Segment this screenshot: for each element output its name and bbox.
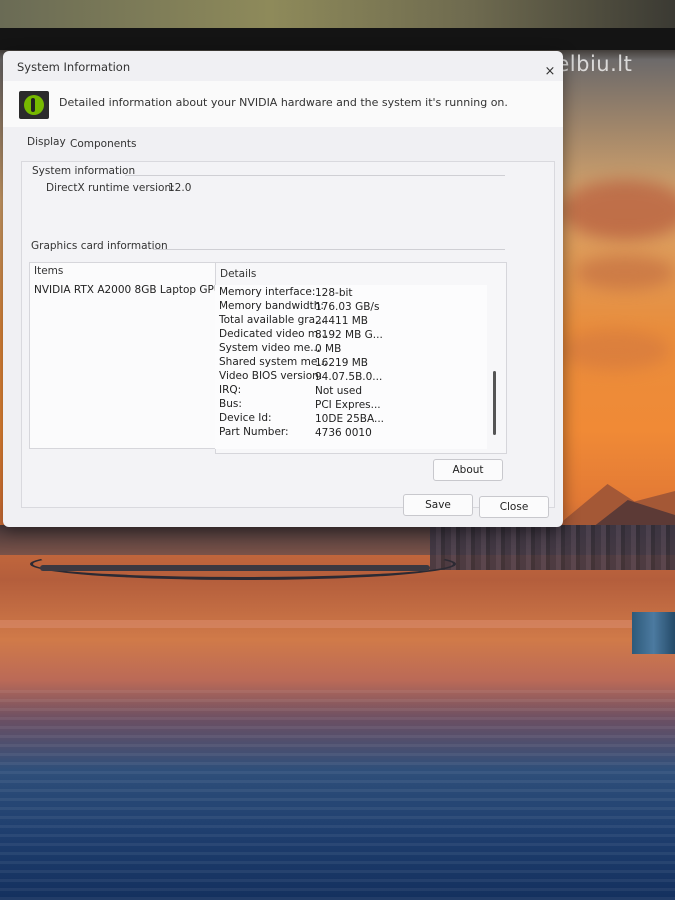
system-information-group-label: System information: [32, 165, 136, 177]
header-description: Detailed information about your NVIDIA h…: [59, 96, 508, 109]
dialog-title: System Information: [17, 60, 131, 74]
items-column-header: Items: [34, 265, 64, 277]
detail-value: 4736 0010: [315, 427, 372, 439]
monitor-bezel-edge: [0, 28, 675, 50]
detail-label: Part Number:: [219, 426, 289, 438]
detail-value: 0 MB: [315, 343, 342, 355]
directx-label: DirectX runtime version:: [46, 182, 175, 194]
directx-value: 12.0: [168, 182, 192, 194]
city-skyline: [430, 525, 675, 570]
detail-value: 176.03 GB/s: [315, 301, 380, 313]
detail-label: Memory interface:: [219, 286, 316, 298]
detail-value: 24411 MB: [315, 315, 369, 327]
detail-label: IRQ:: [219, 384, 242, 396]
detail-value: Not used: [315, 385, 362, 397]
curved-bridge: [30, 548, 456, 580]
detail-value: PCI Expres...: [315, 399, 381, 411]
detail-label: Shared system me...: [219, 356, 328, 368]
detail-label: Dedicated video m...: [219, 328, 329, 340]
tab-display[interactable]: Display: [27, 136, 66, 148]
detail-value: 128-bit: [315, 287, 353, 299]
detail-value: 8192 MB G...: [315, 329, 383, 341]
detail-label: Bus:: [219, 398, 242, 410]
list-item[interactable]: NVIDIA RTX A2000 8GB Laptop GPU: [34, 284, 222, 296]
detail-value: 94.07.5B.0...: [315, 371, 383, 383]
building-tower: [632, 612, 675, 654]
detail-value: 16219 MB: [315, 357, 369, 369]
water-shimmer: [0, 690, 675, 900]
detail-label: Memory bandwidth:: [219, 300, 324, 312]
group-divider: [125, 175, 505, 176]
sunset-cloud: [560, 330, 670, 370]
graphics-card-group-label: Graphics card information: [31, 240, 168, 252]
title-bar: System Information ×: [3, 51, 563, 81]
detail-label: Video BIOS version:: [219, 370, 323, 382]
close-icon[interactable]: ×: [543, 65, 557, 79]
tab-components[interactable]: Components: [70, 138, 136, 150]
detail-value: 10DE 25BA...: [315, 413, 384, 425]
detail-label: Total available gra...: [219, 314, 326, 326]
close-button[interactable]: Close: [479, 496, 549, 518]
about-button[interactable]: About: [433, 459, 503, 481]
pool-edge: [0, 620, 675, 628]
save-button[interactable]: Save: [403, 494, 473, 516]
group-divider: [153, 249, 505, 250]
system-information-dialog: System Information × Detailed informatio…: [3, 51, 563, 527]
details-column-header: Details: [220, 268, 257, 280]
detail-label: Device Id:: [219, 412, 272, 424]
detail-label: System video me...: [219, 342, 321, 354]
bridge-deck: [40, 565, 430, 571]
nvidia-logo-icon: [19, 91, 49, 119]
sunset-cloud: [575, 255, 675, 290]
details-scrollbar[interactable]: [493, 371, 496, 435]
